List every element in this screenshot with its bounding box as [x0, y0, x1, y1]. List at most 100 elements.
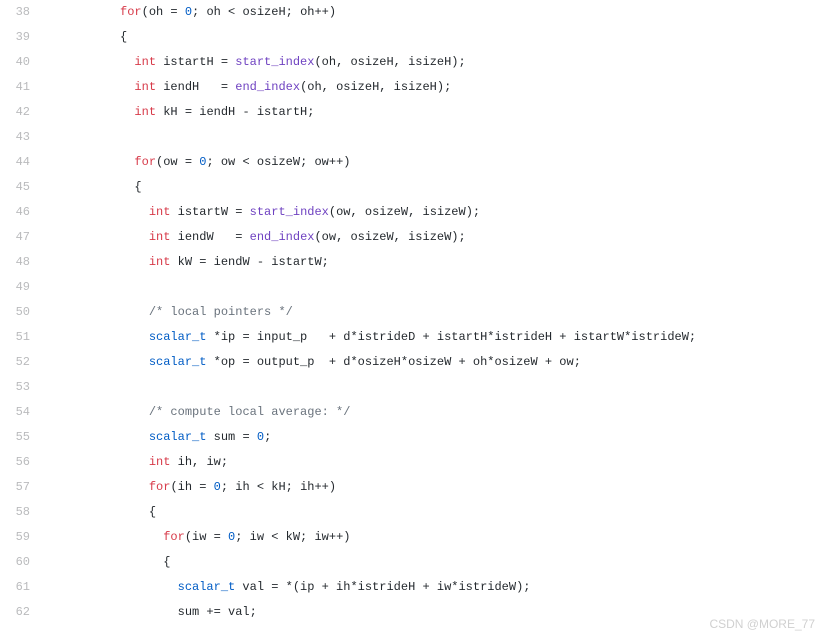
line-number: 59	[0, 525, 48, 550]
line-number: 39	[0, 25, 48, 50]
token: (iw =	[185, 530, 228, 544]
token: int	[134, 105, 156, 119]
token: (ow, osizeW, isizeW);	[329, 205, 480, 219]
code-line[interactable]: 40 int istartH = start_index(oh, osizeH,…	[0, 50, 825, 75]
code-content: int iendW = end_index(ow, osizeW, isizeW…	[48, 225, 466, 250]
code-line[interactable]: 58 {	[0, 500, 825, 525]
token: ; oh < osizeH; oh++)	[192, 5, 336, 19]
token: end_index	[250, 230, 315, 244]
line-number: 51	[0, 325, 48, 350]
line-number: 45	[0, 175, 48, 200]
code-line[interactable]: 57 for(ih = 0; ih < kH; ih++)	[0, 475, 825, 500]
code-line[interactable]: 44 for(ow = 0; ow < osizeW; ow++)	[0, 150, 825, 175]
line-number: 60	[0, 550, 48, 575]
line-number: 61	[0, 575, 48, 600]
watermark-text: CSDN @MORE_77	[709, 617, 815, 631]
code-content: scalar_t *op = output_p + d*osizeH*osize…	[48, 350, 581, 375]
line-number: 42	[0, 100, 48, 125]
code-line[interactable]: 46 int istartW = start_index(ow, osizeW,…	[0, 200, 825, 225]
token: start_index	[250, 205, 329, 219]
token: kH = iendH - istartH;	[156, 105, 314, 119]
token: scalar_t	[178, 580, 236, 594]
code-content: sum += val;	[48, 600, 257, 625]
code-line[interactable]: 38 for(oh = 0; oh < osizeH; oh++)	[0, 0, 825, 25]
code-line[interactable]: 61 scalar_t val = *(ip + ih*istrideH + i…	[0, 575, 825, 600]
code-line[interactable]: 56 int ih, iw;	[0, 450, 825, 475]
code-line[interactable]: 50 /* local pointers */	[0, 300, 825, 325]
line-number: 58	[0, 500, 48, 525]
line-number: 46	[0, 200, 48, 225]
line-number: 41	[0, 75, 48, 100]
code-content: for(ih = 0; ih < kH; ih++)	[48, 475, 336, 500]
code-line[interactable]: 49	[0, 275, 825, 300]
line-number: 50	[0, 300, 48, 325]
token: 0	[257, 430, 264, 444]
line-number: 40	[0, 50, 48, 75]
code-content: scalar_t *ip = input_p + d*istrideD + is…	[48, 325, 696, 350]
code-content: scalar_t sum = 0;	[48, 425, 271, 450]
line-number: 62	[0, 600, 48, 625]
code-line[interactable]: 62 sum += val;	[0, 600, 825, 625]
line-number: 44	[0, 150, 48, 175]
line-number: 56	[0, 450, 48, 475]
code-line[interactable]: 45 {	[0, 175, 825, 200]
token: (ow, osizeW, isizeW);	[314, 230, 465, 244]
line-number: 55	[0, 425, 48, 450]
token: int	[149, 455, 171, 469]
token: scalar_t	[149, 355, 207, 369]
code-line[interactable]: 42 int kH = iendH - istartH;	[0, 100, 825, 125]
code-line[interactable]: 54 /* compute local average: */	[0, 400, 825, 425]
line-number: 38	[0, 0, 48, 25]
code-editor[interactable]: 38 for(oh = 0; oh < osizeH; oh++)39 {40 …	[0, 0, 825, 625]
token: for	[163, 530, 185, 544]
code-line[interactable]: 41 int iendH = end_index(oh, osizeH, isi…	[0, 75, 825, 100]
token: istartH =	[156, 55, 235, 69]
line-number: 53	[0, 375, 48, 400]
code-content: int istartW = start_index(ow, osizeW, is…	[48, 200, 480, 225]
token: *ip = input_p + d*istrideD + istartH*ist…	[206, 330, 696, 344]
token: ih, iw;	[170, 455, 228, 469]
code-content: int kH = iendH - istartH;	[48, 100, 314, 125]
token: ;	[264, 430, 271, 444]
code-content: int iendH = end_index(oh, osizeH, isizeH…	[48, 75, 451, 100]
token: iendW =	[170, 230, 249, 244]
code-line[interactable]: 47 int iendW = end_index(ow, osizeW, isi…	[0, 225, 825, 250]
token: sum =	[206, 430, 256, 444]
code-line[interactable]: 59 for(iw = 0; iw < kW; iw++)	[0, 525, 825, 550]
token: int	[134, 55, 156, 69]
code-line[interactable]: 53	[0, 375, 825, 400]
code-line[interactable]: 48 int kW = iendW - istartW;	[0, 250, 825, 275]
line-number: 52	[0, 350, 48, 375]
token: (ih =	[170, 480, 213, 494]
code-content: for(oh = 0; oh < osizeH; oh++)	[48, 0, 336, 25]
token: int	[149, 205, 171, 219]
code-content: /* compute local average: */	[48, 400, 350, 425]
token: (ow =	[156, 155, 199, 169]
token: val = *(ip + ih*istrideH + iw*istrideW);	[235, 580, 530, 594]
token: for	[120, 5, 142, 19]
code-line[interactable]: 52 scalar_t *op = output_p + d*osizeH*os…	[0, 350, 825, 375]
token: for	[149, 480, 171, 494]
token: /* compute local average: */	[149, 405, 351, 419]
code-content: /* local pointers */	[48, 300, 293, 325]
token: int	[149, 255, 171, 269]
line-number: 43	[0, 125, 48, 150]
token: {	[163, 555, 170, 569]
token: (oh, osizeH, isizeH);	[314, 55, 465, 69]
token: iendH =	[156, 80, 235, 94]
code-line[interactable]: 55 scalar_t sum = 0;	[0, 425, 825, 450]
code-line[interactable]: 51 scalar_t *ip = input_p + d*istrideD +…	[0, 325, 825, 350]
line-number: 54	[0, 400, 48, 425]
token: scalar_t	[149, 430, 207, 444]
token: (oh, osizeH, isizeH);	[300, 80, 451, 94]
token: ; ih < kH; ih++)	[221, 480, 336, 494]
token: ; ow < osizeW; ow++)	[206, 155, 350, 169]
code-line[interactable]: 39 {	[0, 25, 825, 50]
code-content: int ih, iw;	[48, 450, 228, 475]
code-line[interactable]: 43	[0, 125, 825, 150]
code-line[interactable]: 60 {	[0, 550, 825, 575]
token: 0	[214, 480, 221, 494]
token: 0	[185, 5, 192, 19]
code-content: {	[48, 550, 170, 575]
token: start_index	[235, 55, 314, 69]
